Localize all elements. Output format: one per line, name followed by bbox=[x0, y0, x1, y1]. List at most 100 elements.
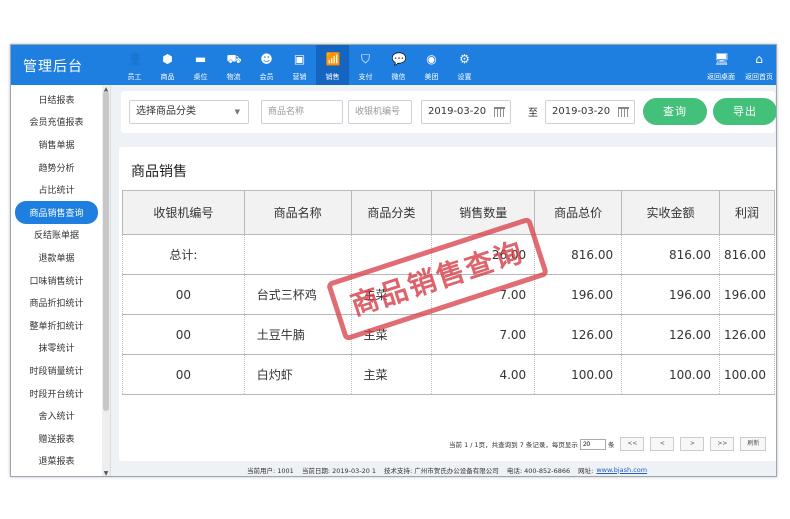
nav-item-4[interactable]: ☻ 会员 bbox=[250, 45, 283, 85]
column-header[interactable]: 商品总价 bbox=[534, 190, 623, 235]
filter-panel: 选择商品分类 ▼ 2019-03-20 至 2019-03-20 查询 导出 bbox=[121, 91, 776, 133]
calendar-icon bbox=[494, 107, 505, 117]
last-page-button[interactable]: >> bbox=[710, 437, 735, 451]
refresh-button[interactable]: 刷新 bbox=[740, 437, 767, 451]
main-nav: 👤 员工 ⬢ 商品 ▬ 桌位 ⛟ 物流 ☻ 会员 ▣ 营销 📶 销售 ⛉ 支付 💬 微信 ◉ 美团 ⚙ 设置 bbox=[118, 45, 481, 85]
query-button[interactable]: 查询 bbox=[643, 98, 707, 125]
total-price-cell: 126.00 bbox=[534, 314, 623, 355]
total-row: 总计: 26.00 816.00 816.00 816.00 bbox=[122, 234, 776, 275]
prev-page-button[interactable]: < bbox=[650, 437, 675, 451]
nav-right-item-1[interactable]: ⌂ 返回首页 bbox=[740, 45, 776, 85]
sales-table: 收银机编号 商品名称 商品分类 销售数量 商品总价 实收金额 利润 总计: 26.00 816.… bbox=[122, 190, 776, 395]
sidebar-item[interactable]: 会员充值报表 bbox=[11, 111, 102, 134]
nav-label: 微信 bbox=[391, 73, 406, 81]
column-header[interactable]: 实收金额 bbox=[621, 190, 720, 235]
sales-chart-icon: 📶 bbox=[325, 52, 341, 66]
table-row[interactable]: 00 土豆牛腩 主菜 7.00 126.00 126.00 126.00 bbox=[122, 314, 776, 355]
cashier-number-input[interactable] bbox=[348, 100, 412, 124]
sidebar-item[interactable]: 销售单据 bbox=[11, 133, 102, 156]
user-icon: 👤 bbox=[127, 52, 143, 66]
nav-right-item-0[interactable]: 🖥 返回桌面 bbox=[702, 45, 740, 85]
column-header[interactable]: 商品名称 bbox=[243, 190, 352, 235]
nav-item-1[interactable]: ⬢ 商品 bbox=[151, 45, 184, 85]
column-header[interactable]: 销售数量 bbox=[431, 190, 536, 235]
home-icon: ⌂ bbox=[755, 52, 763, 66]
site-link[interactable]: www.bjash.com bbox=[596, 466, 647, 474]
member-icon: ☻ bbox=[260, 52, 273, 66]
site-label: 网址: bbox=[578, 466, 594, 475]
column-header[interactable]: 收银机编号 bbox=[122, 190, 245, 235]
report-title: 商品销售 bbox=[131, 164, 187, 180]
sidebar-item[interactable]: 日结报表 bbox=[11, 88, 102, 111]
sidebar-item[interactable]: 时段开台统计 bbox=[11, 382, 102, 405]
nav-right-actions: 🖥 返回桌面 ⌂ 返回首页 bbox=[702, 45, 776, 85]
date-to-field[interactable]: 2019-03-20 bbox=[545, 100, 635, 124]
nav-item-5[interactable]: ▣ 营销 bbox=[283, 45, 316, 85]
monitor-icon: 🖥 bbox=[714, 52, 730, 66]
export-button[interactable]: 导出 bbox=[713, 98, 776, 125]
current-user: 当前用户: 1001 bbox=[247, 466, 294, 475]
table-row[interactable]: 00 台式三杯鸡 主菜 7.00 196.00 196.00 196.00 bbox=[122, 274, 776, 315]
first-page-button[interactable]: << bbox=[620, 437, 645, 451]
sidebar-item[interactable]: 整单折扣统计 bbox=[11, 314, 102, 337]
calendar-icon bbox=[618, 107, 629, 117]
nav-item-6[interactable]: 📶 销售 bbox=[316, 45, 349, 85]
column-header[interactable]: 利润 bbox=[718, 190, 776, 235]
qty-cell: 4.00 bbox=[431, 354, 536, 395]
sidebar-item[interactable]: 商品销售查询 bbox=[15, 200, 98, 224]
sidebar-menu: 日结报表 会员充值报表 销售单据 趋势分析 占比统计 商品销售查询 反结账单据 退款单据 口味销… bbox=[11, 85, 110, 472]
cashier-cell: 00 bbox=[122, 274, 245, 315]
nav-label: 营销 bbox=[292, 73, 307, 81]
table-cell bbox=[350, 234, 433, 275]
nav-item-2[interactable]: ▬ 桌位 bbox=[184, 45, 217, 85]
pager-info: 当前 1 / 1页，共查询到 7 条记录，每页显示 bbox=[449, 441, 578, 449]
app-window: 管理后台 👤 员工 ⬢ 商品 ▬ 桌位 ⛟ 物流 ☻ 会员 ▣ 营销 📶 销售 ⛉ 支付 💬 微信 ◉ 美团 ⚙ 设置 🖥… bbox=[10, 44, 777, 477]
received-cell: 100.00 bbox=[621, 354, 720, 395]
sidebar-item[interactable]: 赠送报表 bbox=[11, 427, 102, 450]
nav-label: 返回首页 bbox=[745, 73, 773, 81]
category-select-value: 选择商品分类 bbox=[136, 106, 196, 117]
nav-label: 销售 bbox=[325, 73, 340, 81]
sidebar-item[interactable]: 反结账单据 bbox=[11, 224, 102, 247]
sidebar-item[interactable]: 商品折扣统计 bbox=[11, 291, 102, 314]
sidebar-item[interactable]: 口味销售统计 bbox=[11, 269, 102, 292]
nav-item-0[interactable]: 👤 员工 bbox=[118, 45, 151, 85]
date-from-value: 2019-03-20 bbox=[428, 106, 487, 117]
nav-label: 员工 bbox=[127, 73, 142, 81]
nav-item-9[interactable]: ◉ 美团 bbox=[415, 45, 448, 85]
app-title: 管理后台 bbox=[23, 59, 83, 75]
nav-item-8[interactable]: 💬 微信 bbox=[382, 45, 415, 85]
nav-item-10[interactable]: ⚙ 设置 bbox=[448, 45, 481, 85]
product-name-input[interactable] bbox=[261, 100, 343, 124]
total-profit: 816.00 bbox=[718, 234, 776, 275]
pager-suffix: 条 bbox=[607, 441, 615, 449]
category-cell: 主菜 bbox=[350, 314, 433, 355]
next-page-button[interactable]: > bbox=[680, 437, 705, 451]
table-row[interactable]: 00 白灼虾 主菜 4.00 100.00 100.00 100.00 bbox=[122, 354, 776, 395]
profit-cell: 126.00 bbox=[718, 314, 776, 355]
sidebar-item[interactable]: 时段销量统计 bbox=[11, 359, 102, 382]
category-select[interactable]: 选择商品分类 ▼ bbox=[129, 100, 249, 124]
nav-item-7[interactable]: ⛉ 支付 bbox=[349, 45, 382, 85]
sidebar-item[interactable]: 退菜报表 bbox=[11, 450, 102, 473]
received-cell: 126.00 bbox=[621, 314, 720, 355]
scroll-down-icon[interactable]: ▼ bbox=[103, 470, 109, 476]
sidebar-item[interactable]: 舍入统计 bbox=[11, 404, 102, 427]
date-from-field[interactable]: 2019-03-20 bbox=[421, 100, 511, 124]
nav-label: 返回桌面 bbox=[707, 73, 735, 81]
cashier-cell: 00 bbox=[122, 354, 245, 395]
page-size-input[interactable] bbox=[579, 438, 606, 450]
status-bar: 当前用户: 1001 当前日期: 2019-03-20 1 技术支持: 广州市贺… bbox=[111, 461, 776, 476]
scrollbar-thumb[interactable] bbox=[103, 91, 109, 411]
sidebar-item[interactable]: 抹零统计 bbox=[11, 337, 102, 360]
sidebar-item[interactable]: 占比统计 bbox=[11, 178, 102, 201]
nav-item-3[interactable]: ⛟ 物流 bbox=[217, 45, 250, 85]
cashier-cell: 00 bbox=[122, 314, 245, 355]
sidebar-item[interactable]: 退款单据 bbox=[11, 246, 102, 269]
sidebar-scrollbar[interactable]: ▲ ▼ bbox=[102, 85, 110, 476]
sidebar-item[interactable]: 趋势分析 bbox=[11, 156, 102, 179]
total-price: 816.00 bbox=[534, 234, 623, 275]
table-cell bbox=[243, 234, 352, 275]
column-header[interactable]: 商品分类 bbox=[350, 190, 433, 235]
total-price-cell: 196.00 bbox=[534, 274, 623, 315]
